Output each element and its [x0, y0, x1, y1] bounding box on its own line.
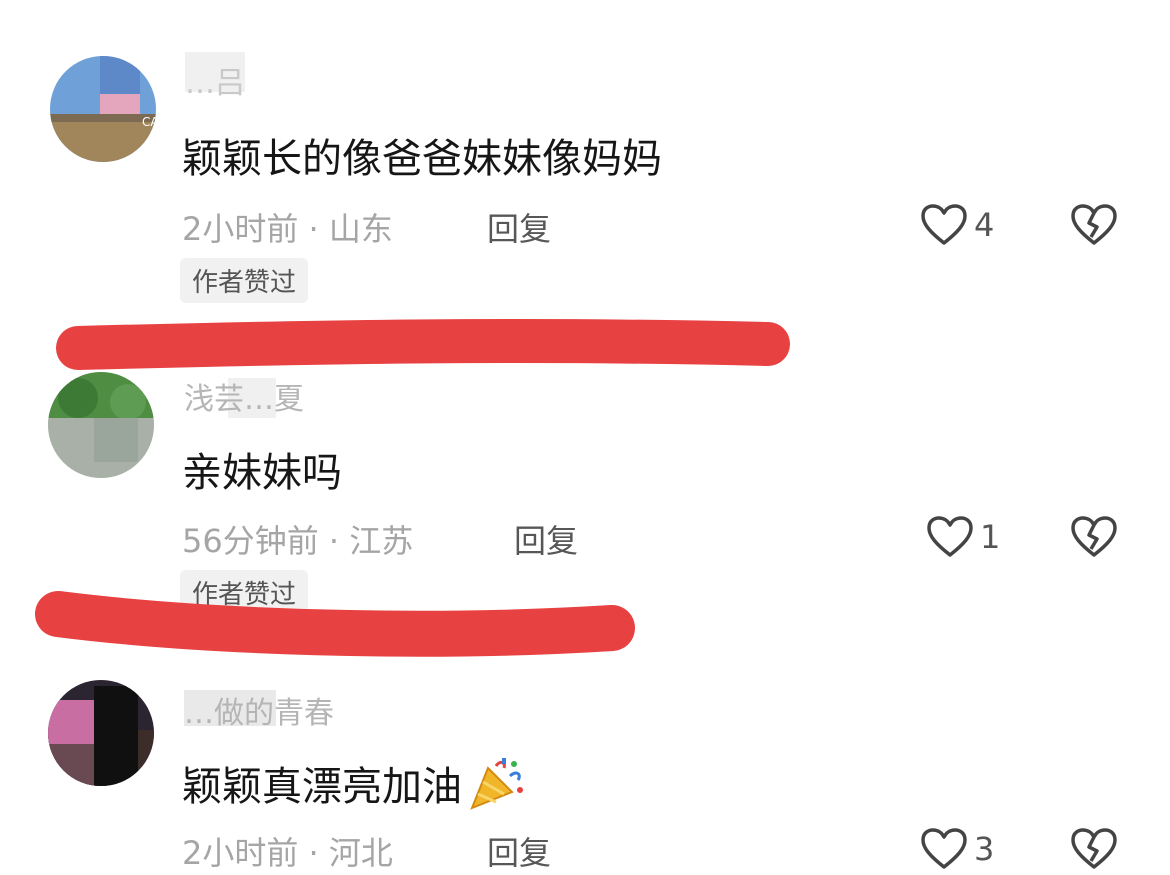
username[interactable]: …做的青春: [184, 688, 334, 732]
timestamp: 56分钟前: [182, 522, 319, 560]
party-popper-icon: [466, 756, 526, 822]
avatar[interactable]: CA: [50, 56, 156, 162]
separator: ·: [308, 834, 319, 872]
broken-heart-icon: [1071, 516, 1117, 557]
dislike-button[interactable]: [1070, 515, 1118, 563]
location: 江苏: [349, 522, 414, 560]
heart-icon: [921, 204, 967, 245]
comment-meta: 2小时前 · 山东: [182, 204, 393, 250]
like-button[interactable]: 4: [920, 203, 994, 247]
timestamp: 2小时前: [182, 210, 299, 248]
author-liked-badge: 作者赞过: [180, 258, 309, 303]
dislike-button[interactable]: [1070, 203, 1118, 251]
comment-item: CA …吕 颖颖长的像爸爸妹妹像妈妈 2小时前 · 山东 回复 4 作者赞过: [0, 0, 1170, 310]
comment-meta: 2小时前 · 河北: [182, 828, 393, 874]
reply-button[interactable]: 回复: [487, 204, 551, 250]
username[interactable]: …吕: [185, 58, 245, 102]
location: 山东: [328, 210, 393, 248]
comment-text: 亲妹妹吗: [182, 450, 342, 496]
comment-text-content: 颖颖真漂亮加油: [182, 764, 462, 810]
comment-text: 颖颖长的像爸爸妹妹像妈妈: [182, 136, 662, 182]
broken-heart-icon: [1071, 828, 1117, 869]
comment-text: 颖颖真漂亮加油: [182, 754, 526, 822]
timestamp: 2小时前: [182, 834, 299, 872]
broken-heart-icon: [1071, 204, 1117, 245]
red-annotation-stroke: [35, 591, 635, 657]
like-button[interactable]: 3: [920, 827, 994, 871]
avatar[interactable]: [48, 372, 154, 478]
avatar-image: [48, 680, 154, 786]
heart-icon: [921, 828, 967, 869]
location: 河北: [328, 834, 393, 872]
separator: ·: [308, 210, 319, 248]
like-count: 3: [974, 830, 995, 868]
comment-item: 浅芸…夏 亲妹妹吗 56分钟前 · 江苏 回复 1 作者赞过: [0, 360, 1170, 620]
avatar-image: CA: [50, 56, 156, 162]
comment-meta: 56分钟前 · 江苏: [182, 516, 413, 562]
avatar-image: [48, 372, 154, 478]
like-button[interactable]: 1: [926, 515, 1000, 559]
reply-button[interactable]: 回复: [487, 828, 551, 874]
heart-icon: [927, 516, 973, 557]
avatar[interactable]: [48, 680, 154, 786]
like-count: 1: [980, 518, 1001, 556]
comment-item: …做的青春 颖颖真漂亮加油 2小时前 · 河北 回复 3: [0, 676, 1170, 873]
username[interactable]: 浅芸…夏: [184, 374, 304, 418]
dislike-button[interactable]: [1070, 827, 1118, 875]
like-count: 4: [974, 206, 995, 244]
svg-text:CA: CA: [142, 115, 156, 129]
reply-button[interactable]: 回复: [514, 516, 578, 562]
separator: ·: [328, 522, 340, 560]
